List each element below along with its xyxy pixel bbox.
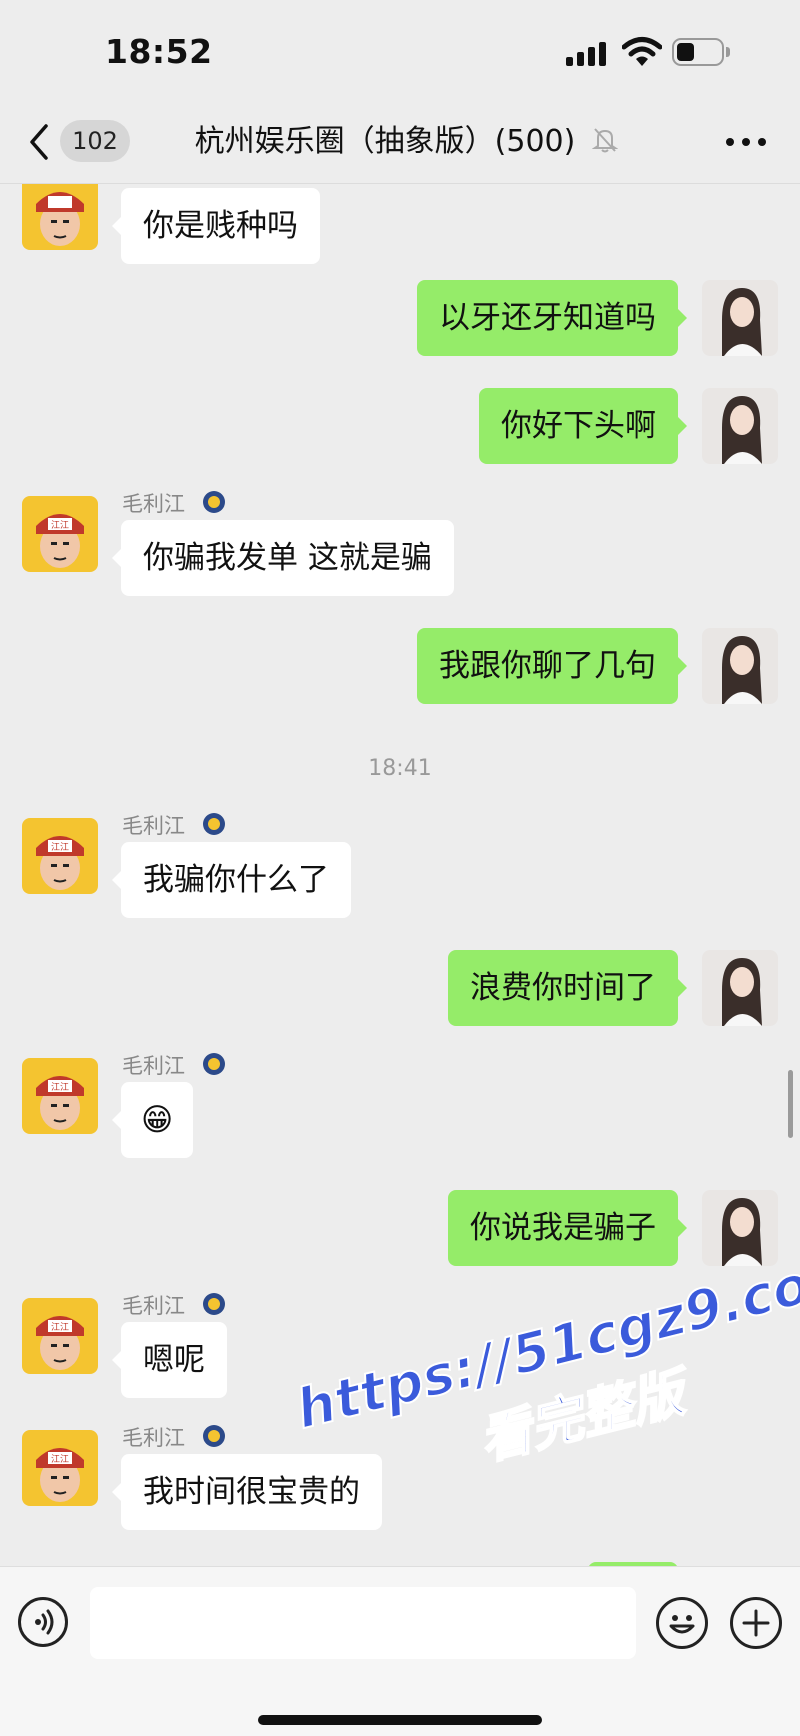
self-avatar-image — [702, 280, 778, 356]
avatar[interactable]: 江江 — [22, 1058, 98, 1134]
self-avatar[interactable] — [702, 950, 778, 1026]
avatar-text: 江江 — [51, 520, 69, 531]
message-bubble-self[interactable]: 我跟你聊了几句 — [417, 628, 687, 704]
member-badge-icon — [203, 491, 225, 513]
message-bubble-self[interactable]: 你说我是骗子 — [448, 1190, 687, 1266]
mute-bell-icon — [592, 128, 618, 153]
avatar[interactable] — [22, 184, 98, 250]
avatar-text: 江江 — [51, 1082, 69, 1093]
emoji-icon — [669, 1615, 695, 1634]
unread-count-badge: 102 — [60, 120, 130, 162]
member-badge-icon — [203, 1425, 225, 1447]
avatar-text: 江江 — [51, 1454, 69, 1465]
emoji-button[interactable] — [656, 1597, 708, 1649]
message-bubble[interactable]: 我时间很宝贵的 — [112, 1454, 382, 1530]
battery-icon — [672, 38, 730, 66]
avatar-image — [22, 184, 98, 250]
member-badge-icon — [203, 813, 225, 835]
message-bubble-self[interactable]: 浪费你时间了 — [448, 950, 687, 1026]
avatar-text: 江江 — [51, 1322, 69, 1333]
self-avatar-image — [702, 628, 778, 704]
self-avatar-image — [702, 950, 778, 1026]
scrollbar[interactable] — [788, 1070, 793, 1138]
status-time: 18:52 — [105, 32, 213, 71]
self-avatar[interactable] — [702, 1190, 778, 1266]
avatar-image: 江江 — [22, 1430, 98, 1506]
self-avatar-image — [702, 388, 778, 464]
avatar-text: 江江 — [51, 842, 69, 853]
message-bubble[interactable]: 我骗你什么了 — [112, 842, 351, 918]
message-bubble-self[interactable]: 以牙还牙知道吗 — [417, 280, 687, 356]
voice-icon — [35, 1609, 54, 1635]
message-bubble[interactable]: 你骗我发单 这就是骗 — [112, 520, 454, 596]
message-bubble[interactable]: 你是贱种吗 — [112, 188, 320, 264]
message-bubble-self[interactable]: 你好下头啊 — [479, 388, 687, 464]
self-avatar[interactable] — [702, 280, 778, 356]
self-avatar[interactable] — [702, 628, 778, 704]
avatar[interactable]: 江江 — [22, 818, 98, 894]
voice-input-button[interactable] — [18, 1597, 68, 1647]
avatar-image: 江江 — [22, 1298, 98, 1374]
more-actions-button[interactable] — [730, 1597, 782, 1649]
time-divider: 18:41 — [368, 756, 432, 781]
back-chevron-icon — [30, 124, 48, 160]
status-bar: 18:52 — [0, 0, 800, 100]
input-bar — [0, 1566, 800, 1736]
sender-name: 毛利江 — [122, 492, 185, 516]
more-button[interactable] — [726, 138, 770, 150]
avatar-image: 江江 — [22, 818, 98, 894]
message-bubble[interactable]: 嗯呢 — [112, 1322, 227, 1398]
sender-name: 毛利江 — [122, 814, 185, 838]
avatar[interactable]: 江江 — [22, 1430, 98, 1506]
member-badge-icon — [203, 1293, 225, 1315]
member-badge-icon — [203, 1053, 225, 1075]
avatar[interactable]: 江江 — [22, 1298, 98, 1374]
plus-icon — [742, 1609, 770, 1637]
sender-name: 毛利江 — [122, 1426, 185, 1450]
back-button[interactable]: 102 — [26, 120, 136, 164]
signal-icon — [566, 40, 610, 66]
avatar[interactable]: 江江 — [22, 496, 98, 572]
avatar-image: 江江 — [22, 496, 98, 572]
avatar-image: 江江 — [22, 1058, 98, 1134]
chat-header: 102 杭州娱乐圈（抽象版）(500) — [0, 100, 800, 184]
message-list[interactable]: 你是贱种吗 以牙还牙知道吗 你好下头啊 江江 毛利江 你骗我发单 这就是骗 我跟… — [0, 184, 800, 1566]
wifi-icon — [622, 37, 662, 66]
message-bubble-emoji[interactable]: 😁 — [111, 1082, 194, 1158]
home-indicator — [258, 1715, 542, 1725]
chat-title: 杭州娱乐圈（抽象版）(500) — [194, 124, 576, 159]
message-input[interactable] — [90, 1587, 636, 1659]
sender-name: 毛利江 — [122, 1294, 185, 1318]
self-avatar-image — [702, 1190, 778, 1266]
self-avatar[interactable] — [702, 388, 778, 464]
sender-name: 毛利江 — [122, 1054, 185, 1078]
